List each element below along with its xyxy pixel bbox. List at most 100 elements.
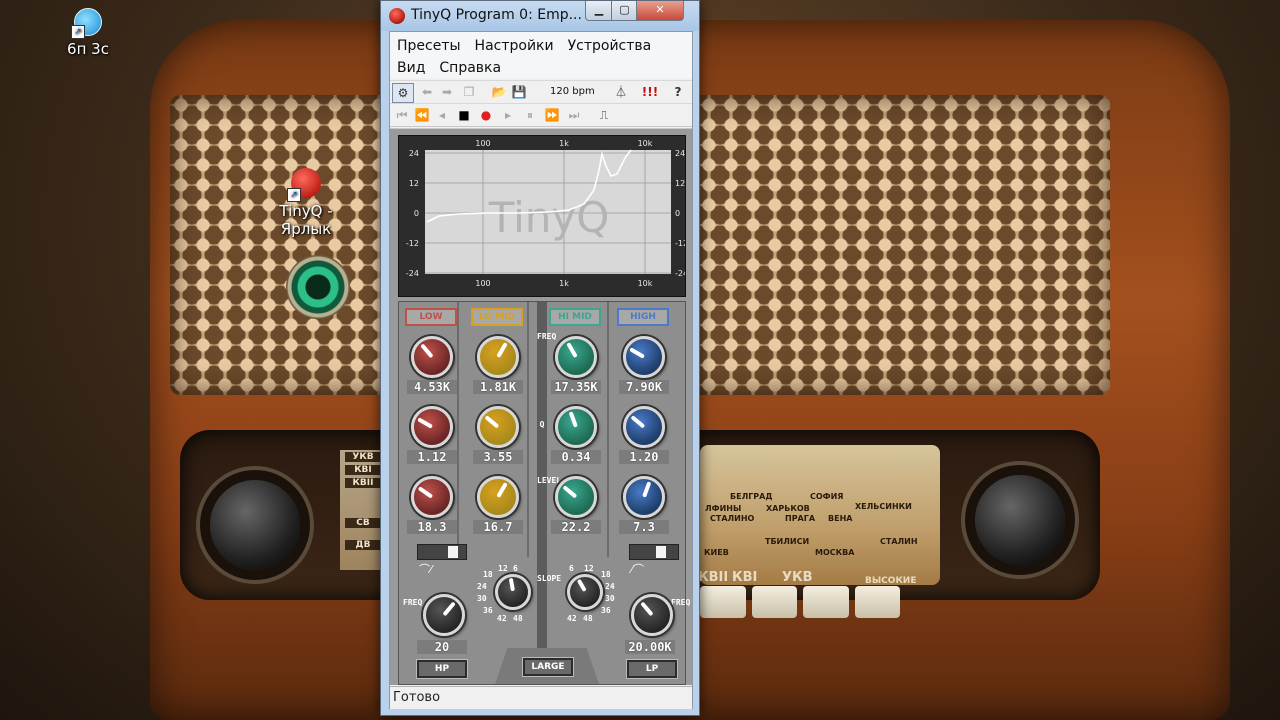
band-label-hi-mid[interactable]: HI MID [549,308,601,326]
menu-help[interactable]: Справка [432,57,508,79]
hp-slope-knob[interactable] [495,574,531,610]
hp-freq-knob[interactable] [423,594,465,636]
minimize-button[interactable]: ▁ [585,1,613,21]
arrow-right-icon: ➡ [441,85,453,99]
go-start-button[interactable]: ⏮ [394,106,410,124]
menu-settings[interactable]: Настройки [468,35,561,57]
open-button[interactable]: 📂 [490,83,508,101]
band-3-q-knob[interactable] [555,406,597,448]
metronome-button[interactable]: ⏃ [612,83,630,101]
band-divider [527,302,529,557]
rewind-icon: ⏪ [414,108,430,122]
status-bar: Готово [390,686,692,709]
menu-view[interactable]: Вид [390,57,432,79]
stop-icon: ■ [458,108,470,122]
record-button[interactable]: ● [478,106,494,124]
radio-city-label: ТБИЛИСИ [765,537,810,546]
knob-pointer [508,577,515,592]
plugin-editor-button[interactable]: ⚙ [392,83,414,103]
title-bar[interactable]: TinyQ Program 0: Emp... ▁ ▢ ✕ [381,1,699,31]
radio-city-label: ЛФИНЫ [705,504,742,513]
toggle-handle[interactable] [448,546,458,558]
fast-forward-button[interactable]: ⏩ [544,106,560,124]
x-tick-bottom-100: 100 [475,279,490,288]
lp-button[interactable]: LP [627,660,677,678]
go-end-button[interactable]: ⏭ [566,106,582,124]
undo-button[interactable]: ⬅ [418,83,436,101]
slope-scale-label: 30 [477,594,487,603]
minimize-icon: ▁ [594,3,604,16]
x-tick-top-1k: 1k [559,139,569,148]
play-button[interactable]: ▸ [500,106,516,124]
lp-freq-value: 20.00K [625,640,675,654]
band-2-freq-knob[interactable] [477,336,519,378]
loop-button[interactable]: ⎍ [596,106,612,124]
band-1-freq-knob[interactable] [411,336,453,378]
high-shelf-icon[interactable]: ⁄⌒ [631,561,644,577]
lp-freq-knob[interactable] [631,594,673,636]
band-4-freq-knob[interactable] [623,336,665,378]
help-button[interactable]: ? [670,83,686,101]
shortcut-arrow-icon: ➚ [71,25,85,39]
band-1-freq-value: 4.53K [407,380,457,394]
toggle-handle[interactable] [656,546,666,558]
band-3-level-knob[interactable] [555,476,597,518]
band-4-q-knob[interactable] [623,406,665,448]
knob-pointer [566,342,578,358]
eq-plugin-panel: TinyQ 100 1k 10k 100 1k 10k 24 12 0 -12 … [390,128,692,685]
band-1-level-knob[interactable] [411,476,453,518]
eq-response-graph[interactable]: TinyQ 100 1k 10k 100 1k 10k 24 12 0 -12 … [398,135,686,297]
menu-presets[interactable]: Пресеты [390,35,468,57]
stop-button[interactable]: ■ [456,106,472,124]
band-1-q-knob[interactable] [411,406,453,448]
high-band-type-toggle[interactable] [629,544,679,560]
knob-pointer [420,343,434,359]
panic-button[interactable]: !!! [640,83,660,101]
save-button[interactable]: 💾 [510,83,528,101]
band-label-low[interactable]: LOW [405,308,457,326]
band-3-freq-knob[interactable] [555,336,597,378]
radio-band-label: КВII [345,478,381,488]
radio-band-label: КВI [345,465,381,475]
y-tick-right: 0 [675,209,680,218]
tinyq-window[interactable]: TinyQ Program 0: Emp... ▁ ▢ ✕ Пресеты На… [380,0,700,716]
fast-forward-icon: ⏩ [544,108,560,122]
app-icon[interactable] [389,8,405,24]
band-2-q-value: 3.55 [473,450,523,464]
radio-city-label: ВЕНА [828,514,853,523]
slope-scale-label: 18 [483,570,493,579]
band-label-high[interactable]: HIGH [617,308,669,326]
close-button[interactable]: ✕ [636,1,684,21]
band-3-freq-value: 17.35K [551,380,601,394]
low-band-type-toggle[interactable] [417,544,467,560]
desktop-icon-network[interactable]: ➚ 6п 3с [58,8,118,58]
desktop-icon-tinyq-shortcut[interactable]: ➚ TinyQ - Ярлык [266,168,346,238]
tempo-display[interactable]: 120 bpm [550,83,595,101]
knob-pointer [417,486,434,499]
y-tick-right: 24 [675,149,685,158]
band-3-level-value: 22.2 [551,520,601,534]
network-icon: ➚ [71,8,102,39]
slope-scale-label: 42 [497,614,507,623]
band-4-level-knob[interactable] [623,476,665,518]
pause-button[interactable]: ⏸ [522,106,538,124]
lp-slope-knob[interactable] [567,574,603,610]
folder-open-icon: 📂 [491,85,507,99]
large-size-button[interactable]: LARGE [523,658,573,676]
hp-button[interactable]: HP [417,660,467,678]
band-2-q-knob[interactable] [477,406,519,448]
low-shelf-icon[interactable]: ⌒⁄ [419,561,432,577]
maximize-button[interactable]: ▢ [611,1,638,21]
band-label-lo-mid[interactable]: LO MID [471,308,523,326]
band-4-q-value: 1.20 [619,450,669,464]
menu-devices[interactable]: Устройства [561,35,659,57]
maximize-icon: ▢ [619,3,630,16]
knob-pointer [576,578,587,592]
copy-button[interactable]: ❐ [460,83,478,101]
y-tick-left: -12 [406,239,419,248]
band-2-level-knob[interactable] [477,476,519,518]
redo-button[interactable]: ➡ [438,83,456,101]
rewind-button[interactable]: ⏪ [414,106,430,124]
pause-icon: ⏸ [526,108,533,122]
step-back-button[interactable]: ◂ [434,106,450,124]
